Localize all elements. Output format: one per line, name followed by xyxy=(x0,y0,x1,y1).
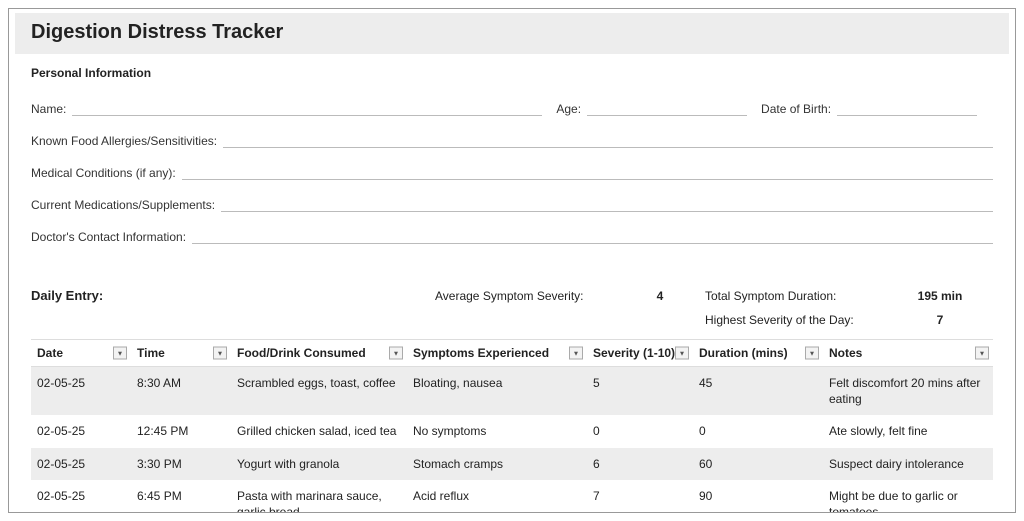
name-label: Name: xyxy=(31,102,66,116)
meds-label: Current Medications/Supplements: xyxy=(31,198,215,212)
avg-severity-label: Average Symptom Severity: xyxy=(435,289,615,303)
col-symptoms-label: Symptoms Experienced xyxy=(413,346,549,360)
col-time: Time ▾ xyxy=(131,340,231,367)
cell-notes: Ate slowly, felt fine xyxy=(823,415,993,447)
field-age: Age: xyxy=(556,98,747,116)
name-input[interactable] xyxy=(72,98,542,116)
filter-icon[interactable]: ▾ xyxy=(975,347,989,360)
col-date: Date ▾ xyxy=(31,340,131,367)
cell-duration: 60 xyxy=(693,448,823,480)
entries-table: Date ▾ Time ▾ Food/Drink Consumed ▾ Symptom… xyxy=(31,339,993,513)
stats-block: Average Symptom Severity: 4 Total Sympto… xyxy=(435,289,985,327)
cell-duration: 0 xyxy=(693,415,823,447)
personal-info-heading: Personal Information xyxy=(31,66,993,80)
row-doctor: Doctor's Contact Information: xyxy=(31,226,993,244)
table-row: 02-05-25 12:45 PM Grilled chicken salad,… xyxy=(31,415,993,447)
row-name-age-dob: Name: Age: Date of Birth: xyxy=(31,98,993,116)
cell-symptoms: No symptoms xyxy=(407,415,587,447)
cell-date: 02-05-25 xyxy=(31,367,131,416)
field-conditions: Medical Conditions (if any): xyxy=(31,162,993,180)
conditions-input[interactable] xyxy=(182,162,993,180)
row-medications: Current Medications/Supplements: xyxy=(31,194,993,212)
age-label: Age: xyxy=(556,102,581,116)
cell-time: 6:45 PM xyxy=(131,480,231,513)
cell-date: 02-05-25 xyxy=(31,415,131,447)
col-duration-label: Duration (mins) xyxy=(699,346,788,360)
col-date-label: Date xyxy=(37,346,63,360)
row-allergies: Known Food Allergies/Sensitivities: xyxy=(31,130,993,148)
total-duration-label: Total Symptom Duration: xyxy=(705,289,895,303)
table-row: 02-05-25 3:30 PM Yogurt with granola Sto… xyxy=(31,448,993,480)
filter-icon[interactable]: ▾ xyxy=(213,347,227,360)
conditions-label: Medical Conditions (if any): xyxy=(31,166,176,180)
cell-time: 3:30 PM xyxy=(131,448,231,480)
col-severity-label: Severity (1-10) xyxy=(593,346,675,360)
field-dob: Date of Birth: xyxy=(761,98,977,116)
doctor-input[interactable] xyxy=(192,226,993,244)
cell-symptoms: Stomach cramps xyxy=(407,448,587,480)
col-duration: Duration (mins) ▾ xyxy=(693,340,823,367)
highest-severity-value: 7 xyxy=(895,313,985,327)
cell-time: 12:45 PM xyxy=(131,415,231,447)
field-doctor: Doctor's Contact Information: xyxy=(31,226,993,244)
filter-icon[interactable]: ▾ xyxy=(805,347,819,360)
cell-notes: Felt discomfort 20 mins after eating xyxy=(823,367,993,416)
total-duration-value: 195 min xyxy=(895,289,985,303)
col-time-label: Time xyxy=(137,346,165,360)
col-food: Food/Drink Consumed ▾ xyxy=(231,340,407,367)
table-row: 02-05-25 6:45 PM Pasta with marinara sau… xyxy=(31,480,993,513)
filter-icon[interactable]: ▾ xyxy=(675,347,689,360)
col-food-label: Food/Drink Consumed xyxy=(237,346,366,360)
table-header-row: Date ▾ Time ▾ Food/Drink Consumed ▾ Symptom… xyxy=(31,340,993,367)
dob-input[interactable] xyxy=(837,98,977,116)
doctor-label: Doctor's Contact Information: xyxy=(31,230,186,244)
filter-icon[interactable]: ▾ xyxy=(389,347,403,360)
page-title: Digestion Distress Tracker xyxy=(15,13,1009,54)
col-severity: Severity (1-10)▾ xyxy=(587,340,693,367)
cell-severity: 6 xyxy=(587,448,693,480)
content-area: Personal Information Name: Age: Date of … xyxy=(15,54,1009,513)
medications-input[interactable] xyxy=(221,194,993,212)
cell-food: Pasta with marinara sauce, garlic bread xyxy=(231,480,407,513)
cell-severity: 5 xyxy=(587,367,693,416)
filter-icon[interactable]: ▾ xyxy=(569,347,583,360)
tracker-frame: Digestion Distress Tracker Personal Info… xyxy=(8,8,1016,513)
field-allergies: Known Food Allergies/Sensitivities: xyxy=(31,130,993,148)
cell-duration: 90 xyxy=(693,480,823,513)
field-name: Name: xyxy=(31,98,542,116)
cell-food: Yogurt with granola xyxy=(231,448,407,480)
filter-icon[interactable]: ▾ xyxy=(113,347,127,360)
cell-notes: Might be due to garlic or tomatoes xyxy=(823,480,993,513)
col-symptoms: Symptoms Experienced ▾ xyxy=(407,340,587,367)
cell-symptoms: Bloating, nausea xyxy=(407,367,587,416)
cell-food: Grilled chicken salad, iced tea xyxy=(231,415,407,447)
stats-row: Daily Entry: Average Symptom Severity: 4… xyxy=(31,266,993,327)
col-notes-label: Notes xyxy=(829,346,862,360)
cell-date: 02-05-25 xyxy=(31,448,131,480)
daily-entry-heading: Daily Entry: xyxy=(31,288,421,303)
allergies-label: Known Food Allergies/Sensitivities: xyxy=(31,134,217,148)
field-medications: Current Medications/Supplements: xyxy=(31,194,993,212)
highest-severity-label: Highest Severity of the Day: xyxy=(705,313,895,327)
cell-food: Scrambled eggs, toast, coffee xyxy=(231,367,407,416)
row-conditions: Medical Conditions (if any): xyxy=(31,162,993,180)
cell-symptoms: Acid reflux xyxy=(407,480,587,513)
cell-time: 8:30 AM xyxy=(131,367,231,416)
avg-severity-value: 4 xyxy=(615,289,705,303)
cell-date: 02-05-25 xyxy=(31,480,131,513)
col-notes: Notes ▾ xyxy=(823,340,993,367)
table-row: 02-05-25 8:30 AM Scrambled eggs, toast, … xyxy=(31,367,993,416)
dob-label: Date of Birth: xyxy=(761,102,831,116)
allergies-input[interactable] xyxy=(223,130,993,148)
age-input[interactable] xyxy=(587,98,747,116)
entries-body: 02-05-25 8:30 AM Scrambled eggs, toast, … xyxy=(31,367,993,514)
cell-notes: Suspect dairy intolerance xyxy=(823,448,993,480)
cell-severity: 0 xyxy=(587,415,693,447)
cell-duration: 45 xyxy=(693,367,823,416)
cell-severity: 7 xyxy=(587,480,693,513)
